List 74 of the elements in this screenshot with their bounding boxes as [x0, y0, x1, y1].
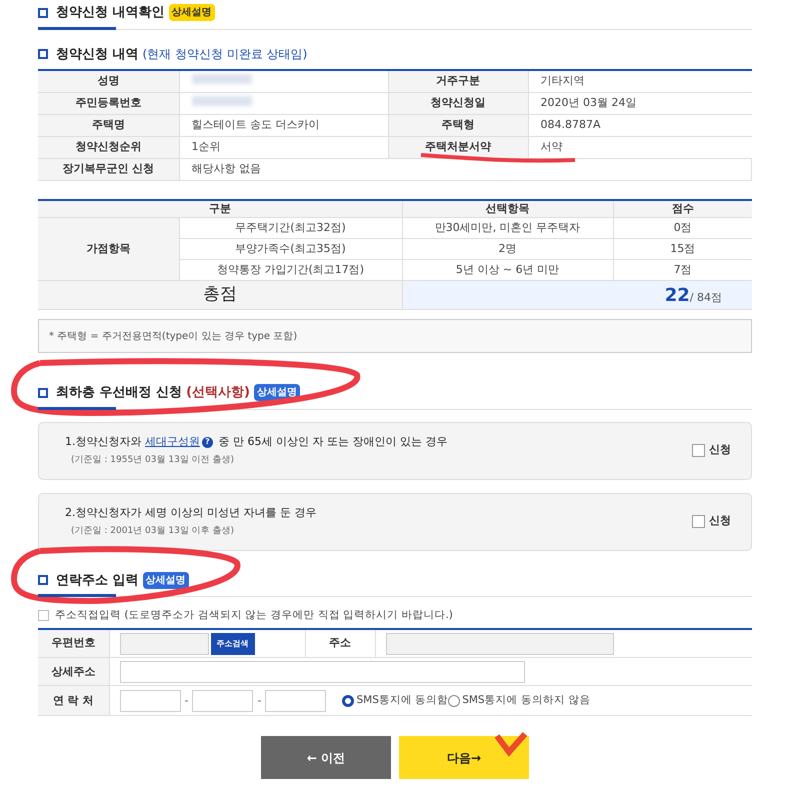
table-cell: 15점 — [613, 238, 752, 260]
table-header-cell: 성명 — [38, 70, 179, 92]
dash-text: - — [257, 692, 262, 708]
section-title: 청약신청 내역 — [56, 46, 139, 64]
table-header-cell: 점수 — [613, 200, 752, 218]
address-search-button[interactable]: 주소검색 — [210, 632, 254, 654]
section-title: 최하층 우선배정 신청 — [56, 384, 182, 402]
status-text: (현재 청약신청 미완료 상태임) — [142, 46, 308, 64]
total-score: 22 — [664, 284, 690, 306]
table-header-cell: 주택명 — [38, 114, 179, 136]
address-field[interactable] — [386, 632, 614, 654]
table-cell: 기타지역 — [540, 74, 584, 87]
phone-field[interactable] — [265, 690, 326, 712]
detail-badge[interactable]: 상세설명 — [168, 4, 215, 22]
section-title: 연락주소 입력 — [56, 572, 139, 590]
table-cell: 0점 — [613, 218, 752, 238]
optional-label: (선택사항) — [186, 384, 250, 402]
table-header-cell: 주민등록번호 — [38, 92, 179, 114]
table-header-cell: 청약신청순위 — [38, 136, 179, 158]
checkbox[interactable] — [692, 515, 705, 528]
checkbox-label: 신청 — [709, 442, 731, 458]
table-header-cell: 주소 — [305, 628, 375, 658]
square-bullet-icon — [38, 575, 48, 586]
phone-field[interactable] — [120, 690, 180, 712]
postcode-field[interactable] — [120, 632, 208, 654]
table-header-cell: 거주구분 — [388, 70, 528, 92]
option-text: 1.청약신청자와 — [65, 434, 142, 450]
previous-button[interactable]: ← 이전 — [261, 736, 391, 780]
check-mark-annotation — [494, 732, 528, 757]
detail-address-field[interactable] — [120, 660, 524, 683]
square-bullet-icon — [38, 49, 48, 60]
section-title: 청약신청 내역확인 — [56, 4, 165, 22]
option-text: 중 만 65세 이상인 자 또는 장애인이 있는 경우 — [217, 434, 448, 450]
table-cell: 서약 — [540, 140, 562, 153]
square-bullet-icon — [38, 388, 48, 398]
phone-field[interactable] — [192, 690, 254, 712]
table-cell: 2020년 03월 24일 — [540, 96, 636, 109]
checkbox-label: 주소직접입력 (도로명주소가 검색되지 않는 경우에만 직접 입력하시기 바랍니다.) — [55, 608, 453, 623]
help-icon[interactable]: ? — [202, 436, 213, 448]
detail-badge[interactable]: 상세설명 — [142, 572, 189, 589]
square-bullet-icon — [38, 8, 48, 18]
next-button[interactable]: 다음→ — [399, 736, 529, 780]
max-score: / 84점 — [690, 290, 722, 304]
table-cell: 부양가족수(최고35점) — [179, 238, 402, 260]
option-text: 2.청약신청자가 세명 이상의 미성년 자녀를 둔 경우 — [65, 505, 316, 521]
checkbox[interactable] — [38, 610, 49, 622]
table-header-cell: 연 락 처 — [38, 686, 109, 716]
table-header-cell: 가점항목 — [38, 218, 179, 280]
checkbox[interactable] — [692, 444, 705, 457]
table-cell: 만30세미만, 미혼인 무주택자 — [402, 218, 613, 238]
table-header-cell: 상세주소 — [38, 658, 109, 686]
table-cell: 무주택기간(최고32점) — [179, 218, 402, 238]
table-cell: 1순위 — [192, 140, 220, 153]
table-header-cell: 우편번호 — [38, 628, 109, 658]
table-header-cell: 장기복무군인 신청 — [38, 158, 179, 180]
dash-text: - — [184, 692, 188, 708]
note-text: * 주택형 = 주거전용면적(type이 있는 경우 type 포함) — [49, 330, 298, 344]
table-cell: 해당사항 없음 — [192, 162, 261, 175]
radio-button[interactable] — [448, 694, 460, 707]
radio-label: SMS통지에 동의함 — [356, 692, 448, 708]
radio-label: SMS통지에 동의하지 않음 — [462, 692, 590, 708]
table-cell: 2명 — [402, 238, 613, 260]
reference-date: (기준일 : 2001년 03월 13일 이후 출생) — [70, 524, 236, 538]
table-cell: 힐스테이트 송도 더스카이 — [192, 118, 320, 131]
table-header-cell: 청약신청일 — [388, 92, 528, 114]
radio-button[interactable] — [342, 694, 354, 707]
table-header-cell: 구분 — [38, 200, 402, 218]
table-header-cell: 선택항목 — [402, 200, 613, 218]
reference-date: (기준일 : 1955년 03월 13일 이전 출생) — [70, 454, 236, 466]
table-header-cell: 주택형 — [388, 114, 528, 136]
household-member-link[interactable]: 세대구성원 — [145, 434, 200, 450]
table-cell: 084.8787A — [540, 118, 601, 131]
total-label: 총점 — [38, 280, 402, 310]
checkbox-label: 신청 — [709, 513, 731, 530]
